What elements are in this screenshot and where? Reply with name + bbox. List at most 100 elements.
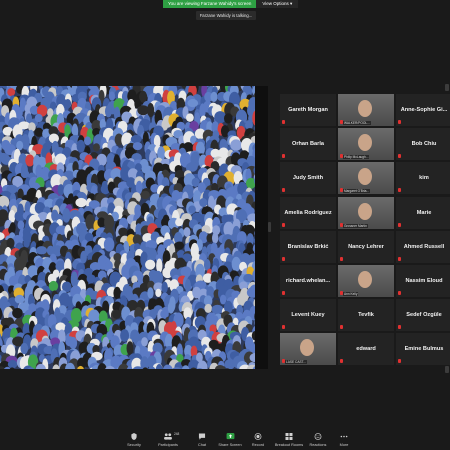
muted-mic-icon — [398, 291, 401, 295]
participant-tile[interactable]: Ann Kelly — [338, 265, 394, 297]
participant-tile[interactable]: Judy Smith — [280, 162, 336, 195]
participant-tile[interactable]: edward — [338, 333, 394, 366]
participant-tile[interactable]: Gareth Morgan — [280, 94, 336, 126]
share-screen-icon — [226, 433, 234, 440]
muted-mic-icon — [340, 222, 343, 227]
participant-tile[interactable]: Levent Kuey — [280, 299, 336, 332]
chat-button[interactable]: Chat — [187, 426, 217, 450]
muted-mic-icon — [282, 120, 285, 124]
participant-label: Philip McLaugh... — [343, 155, 370, 160]
participant-name: Nancy Lehrer — [348, 243, 384, 250]
participants-button[interactable]: 248 Participants — [153, 426, 183, 450]
participant-tile[interactable]: Nancy Lehrer — [338, 230, 394, 263]
participant-name: edward — [356, 346, 376, 353]
record-button[interactable]: Record — [243, 426, 273, 450]
meeting-toolbar: Security 248 Participants Chat Share Scr… — [0, 426, 450, 450]
muted-mic-icon — [398, 256, 401, 261]
shared-screen-view — [0, 86, 268, 369]
breakout-rooms-button[interactable]: Breakout Rooms — [274, 426, 304, 450]
participant-tile[interactable]: Sedef Özgüle — [396, 299, 450, 332]
participant-name: Orhan Barla — [291, 141, 325, 148]
muted-mic-icon — [398, 325, 401, 330]
muted-mic-icon — [398, 120, 401, 124]
participant-face — [358, 100, 372, 117]
participant-tile[interactable]: Amelia Rodriguez — [280, 196, 336, 229]
muted-mic-icon — [282, 291, 285, 295]
chat-icon — [198, 433, 206, 440]
shared-crowd-photo — [0, 86, 255, 369]
participant-tile[interactable]: Tevfik — [338, 299, 394, 332]
muted-mic-icon — [398, 359, 401, 364]
participant-name: Sedef Özgüle — [406, 312, 442, 319]
participant-name: Levent Kuey — [291, 312, 325, 319]
participant-tile[interactable]: WALKER/POOL... — [338, 94, 394, 126]
participant-tile[interactable]: kim — [396, 162, 450, 195]
participant-name: Anne-Sophie Gi... — [400, 107, 448, 113]
participant-name: Nassim Eloud — [405, 278, 443, 284]
participants-count: 248 — [174, 432, 180, 436]
participant-tile[interactable]: Bob Chiu — [396, 128, 450, 161]
share-banner-message: You are viewing Farzane Wahidy's screen — [163, 0, 257, 8]
participant-face — [358, 168, 372, 186]
participant-tile[interactable]: Marie — [396, 196, 450, 229]
screen-share-banner: You are viewing Farzane Wahidy's screen … — [163, 0, 299, 8]
participant-tile[interactable]: Branislav Brkić — [280, 230, 336, 263]
zoom-meeting-window: You are viewing Farzane Wahidy's screen … — [0, 0, 450, 450]
muted-mic-icon — [340, 188, 343, 193]
muted-mic-icon — [282, 256, 285, 261]
participant-tile[interactable]: LASE CAST... — [280, 333, 336, 366]
muted-mic-icon — [282, 325, 285, 330]
participant-tile[interactable]: Philip McLaugh... — [338, 128, 394, 161]
participant-label: Grossner Martin — [343, 223, 368, 228]
shield-icon — [131, 433, 137, 440]
security-button[interactable]: Security — [119, 426, 149, 450]
participant-tile[interactable]: Nassim Eloud — [396, 265, 450, 297]
participant-name: Marie — [416, 209, 432, 216]
participant-tile[interactable]: Ahmed Russell — [396, 230, 450, 263]
participant-tile[interactable]: richard.whelan... — [280, 265, 336, 297]
more-button[interactable]: More — [329, 426, 359, 450]
muted-mic-icon — [398, 222, 401, 227]
participant-name: Bob Chiu — [411, 141, 437, 148]
muted-mic-icon — [398, 154, 401, 159]
participant-tile[interactable]: Emine Bulmus — [396, 333, 450, 366]
participant-face — [300, 339, 314, 357]
active-speaker-indicator: Farzane Wahidy is talking... — [196, 11, 256, 20]
breakout-rooms-icon — [285, 433, 293, 440]
participant-tile[interactable]: Anne-Sophie Gi... — [396, 94, 450, 126]
more-icon — [340, 435, 348, 438]
participant-name: Ahmed Russell — [403, 243, 445, 250]
muted-mic-icon — [398, 188, 401, 193]
gallery-view: Gareth Morgan WALKER/POOL... Anne-Sophie G… — [280, 94, 450, 366]
participant-name: Emine Bulmus — [404, 346, 444, 353]
participant-tile[interactable]: Margaret O'Bria... — [338, 162, 394, 195]
participant-label: WALKER/POOL... — [343, 121, 371, 125]
muted-mic-icon — [282, 154, 285, 159]
participant-label: LASE CAST... — [285, 360, 307, 365]
participant-tile[interactable]: Grossner Martin — [338, 196, 394, 229]
participant-face — [358, 271, 372, 288]
muted-mic-icon — [340, 291, 343, 295]
gallery-scroll-up[interactable] — [445, 84, 449, 91]
share-screen-button[interactable]: Share Screen — [215, 426, 245, 450]
participant-name: Tevfik — [358, 312, 374, 319]
gallery-scroll-down[interactable] — [445, 366, 449, 373]
split-view-handle[interactable] — [268, 222, 271, 232]
participant-tile[interactable]: Orhan Barla — [280, 128, 336, 161]
participant-name: Branislav Brkić — [287, 243, 329, 250]
muted-mic-icon — [282, 359, 285, 364]
participant-name: kim — [419, 175, 429, 182]
participants-icon — [164, 433, 172, 440]
participant-name: Amelia Rodriguez — [284, 209, 332, 216]
muted-mic-icon — [340, 154, 343, 159]
muted-mic-icon — [340, 325, 343, 330]
muted-mic-icon — [282, 222, 285, 227]
participant-face — [358, 134, 372, 152]
participant-face — [358, 202, 372, 220]
record-icon — [254, 433, 262, 440]
participant-label: Ann Kelly — [343, 292, 359, 296]
muted-mic-icon — [282, 188, 285, 193]
participant-name: richard.whelan... — [285, 278, 331, 284]
view-options-button[interactable]: View Options ▾ — [256, 0, 299, 8]
muted-mic-icon — [340, 120, 343, 124]
